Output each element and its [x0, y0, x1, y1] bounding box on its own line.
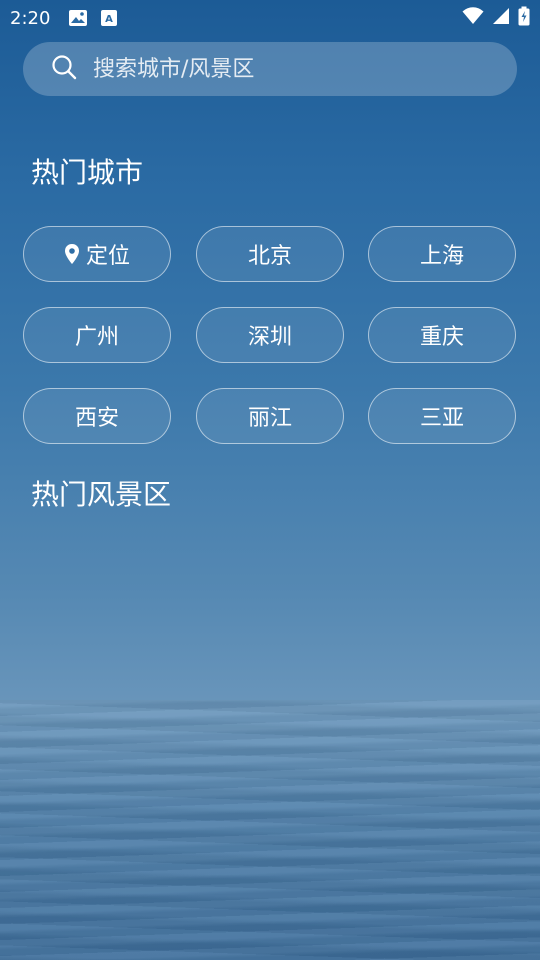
status-time: 2:20	[10, 7, 51, 29]
signal-icon	[492, 7, 510, 29]
city-chip-sanya[interactable]: 三亚	[368, 388, 516, 444]
svg-text:A: A	[106, 14, 114, 25]
city-chip-lijiang[interactable]: 丽江	[196, 388, 344, 444]
sea-background	[0, 700, 540, 960]
wifi-icon	[462, 7, 484, 29]
location-pin-icon	[64, 243, 80, 265]
city-chip-shanghai[interactable]: 上海	[368, 226, 516, 282]
chip-label: 上海	[419, 244, 464, 269]
chip-label: 北京	[247, 244, 292, 269]
chip-label: 西安	[74, 406, 119, 431]
chip-label: 广州	[74, 325, 119, 350]
chip-label: 丽江	[247, 406, 292, 431]
chip-label: 重庆	[419, 325, 464, 350]
search-icon	[51, 54, 77, 84]
search-input[interactable]	[91, 55, 495, 83]
chip-label: 三亚	[419, 406, 464, 431]
city-chip-guangzhou[interactable]: 广州	[23, 307, 171, 363]
search-bar[interactable]	[23, 42, 517, 96]
chip-label: 定位	[85, 244, 130, 269]
status-bar: 2:20 A	[0, 0, 540, 36]
city-chip-chongqing[interactable]: 重庆	[368, 307, 516, 363]
hot-scenic-title: 热门风景区	[31, 478, 172, 511]
image-icon	[68, 9, 88, 27]
chip-label: 深圳	[247, 325, 292, 350]
font-download-icon: A	[100, 9, 118, 27]
hot-cities-title: 热门城市	[31, 156, 144, 189]
battery-icon	[518, 6, 530, 30]
city-chip-beijing[interactable]: 北京	[196, 226, 344, 282]
city-chip-xian[interactable]: 西安	[23, 388, 171, 444]
city-chip-shenzhen[interactable]: 深圳	[196, 307, 344, 363]
city-chip-locate[interactable]: 定位	[23, 226, 171, 282]
